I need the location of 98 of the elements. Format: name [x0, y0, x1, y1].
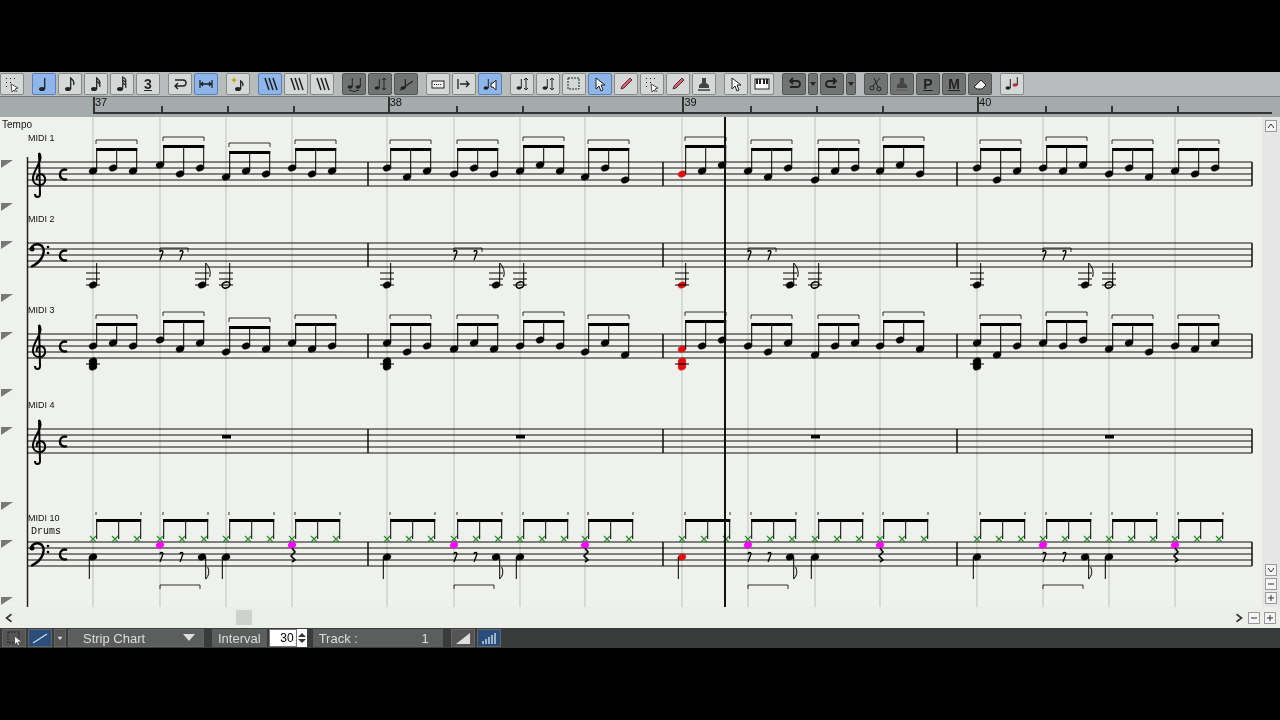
slashes-icon	[314, 76, 330, 92]
tied-notes-icon	[346, 76, 362, 92]
note-speaker-icon	[482, 76, 498, 92]
track-marker-icon	[1, 502, 13, 510]
stem-icon	[540, 76, 556, 92]
track-subtitle: Drums	[30, 525, 61, 538]
interval-label: Interval	[212, 629, 267, 647]
toolbar-button[interactable]	[32, 73, 56, 95]
view-button[interactable]	[450, 629, 475, 647]
toolbar-button[interactable]	[478, 73, 502, 95]
measure-number: 40	[979, 97, 992, 108]
toolbar-button[interactable]	[84, 73, 108, 95]
slashes-icon	[288, 76, 304, 92]
toolbar-button[interactable]	[110, 73, 134, 95]
vertical-scrollbar[interactable]	[1262, 117, 1280, 607]
track-marker-icon	[1, 389, 13, 397]
arrow-down-icon	[1267, 566, 1275, 574]
track-marker-icon	[1, 241, 13, 249]
chart-type-dropdown[interactable]: Strip Chart	[68, 629, 204, 647]
stem-icon	[514, 76, 530, 92]
stem-icon	[372, 76, 388, 92]
tempo-label: Tempo	[2, 118, 32, 132]
track-marker-icon	[1, 294, 13, 302]
grid-icon	[644, 76, 660, 92]
scroll-down-button[interactable]	[1265, 564, 1277, 576]
dropdown-button[interactable]	[54, 629, 66, 647]
pencil-icon	[670, 76, 686, 92]
track-marker-icon	[1, 540, 13, 548]
toolbar-button[interactable]	[536, 73, 560, 95]
scroll-thumb[interactable]	[236, 610, 252, 625]
scroll-up-button[interactable]	[1265, 120, 1277, 132]
tool-button[interactable]	[28, 629, 52, 647]
tool-button[interactable]	[2, 629, 26, 647]
grid-icon	[4, 76, 20, 92]
track-name: MIDI 1	[28, 132, 55, 145]
interval-field[interactable]: 30	[268, 629, 297, 647]
thirty-second-note-icon	[114, 76, 130, 92]
measure-number: 39	[684, 97, 697, 108]
dropdown-icon	[810, 82, 816, 86]
plus-icon	[1267, 594, 1275, 602]
toolbar-button[interactable]	[510, 73, 534, 95]
toolbar-button[interactable]	[194, 73, 218, 95]
chords-icon	[1004, 76, 1020, 92]
pointer-icon	[592, 76, 608, 92]
track-name: MIDI 10	[28, 512, 60, 525]
measure-number: 38	[389, 97, 402, 108]
toolbar-button[interactable]	[666, 73, 690, 95]
minus-icon	[1267, 580, 1275, 588]
track-name: MIDI 4	[28, 399, 55, 412]
toolbar-button[interactable]	[692, 73, 716, 95]
track-name: MIDI 2	[28, 213, 55, 226]
view-button[interactable]	[476, 629, 501, 647]
toolbar-button[interactable]	[310, 73, 334, 95]
toolbar-button[interactable]	[750, 73, 774, 95]
toolbar-button[interactable]: 3	[136, 73, 160, 95]
slur-icon	[398, 76, 414, 92]
track-name: MIDI 3	[28, 304, 55, 317]
arrow-left-icon[interactable]	[4, 612, 14, 623]
toolbar-button[interactable]	[258, 73, 282, 95]
zoom-in-button[interactable]	[1264, 611, 1276, 624]
track-marker-icon	[1, 332, 13, 340]
toolbar-button[interactable]	[588, 73, 612, 95]
scissors-icon	[868, 76, 884, 92]
sparkle-note-icon	[230, 76, 246, 92]
measure-number: 37	[95, 97, 108, 108]
track-marker-icon	[1, 597, 13, 605]
slashes-icon	[262, 76, 278, 92]
pencil-icon	[618, 76, 634, 92]
horizontal-scrollbar[interactable]	[0, 607, 1280, 628]
track-number: 1	[421, 630, 429, 646]
selection-pointer-icon	[6, 630, 22, 646]
plus-icon	[1266, 613, 1274, 622]
track-marker-icon	[1, 427, 13, 435]
toolbar-button[interactable]	[614, 73, 638, 95]
track-marker-icon	[1, 203, 13, 211]
caret-icon	[183, 634, 195, 642]
selection-icon	[566, 76, 582, 92]
track-marker-icon	[1, 160, 13, 168]
zoom-in-button[interactable]	[1265, 592, 1277, 604]
toolbar-button[interactable]	[58, 73, 82, 95]
toolbar-button[interactable]	[284, 73, 308, 95]
toolbar-button[interactable]	[168, 73, 192, 95]
arrow-right-icon[interactable]	[1234, 612, 1244, 623]
pointer-icon	[728, 76, 744, 92]
toolbar-button[interactable]	[1000, 73, 1024, 95]
ramp-icon	[454, 630, 471, 646]
track-label: Track :	[318, 630, 358, 646]
sixteenth-note-icon	[88, 76, 104, 92]
arrow-bar-icon	[456, 76, 472, 92]
loop-arrow-icon	[172, 76, 188, 92]
stamp-icon	[696, 76, 712, 92]
bar-graph-icon	[480, 630, 497, 646]
piano-icon	[754, 76, 770, 92]
arrow-up-icon	[1267, 122, 1275, 130]
stamp-icon	[894, 76, 910, 92]
toolbar-button[interactable]	[226, 73, 250, 95]
toolbar-button[interactable]	[724, 73, 748, 95]
dropdown-icon	[848, 82, 854, 86]
